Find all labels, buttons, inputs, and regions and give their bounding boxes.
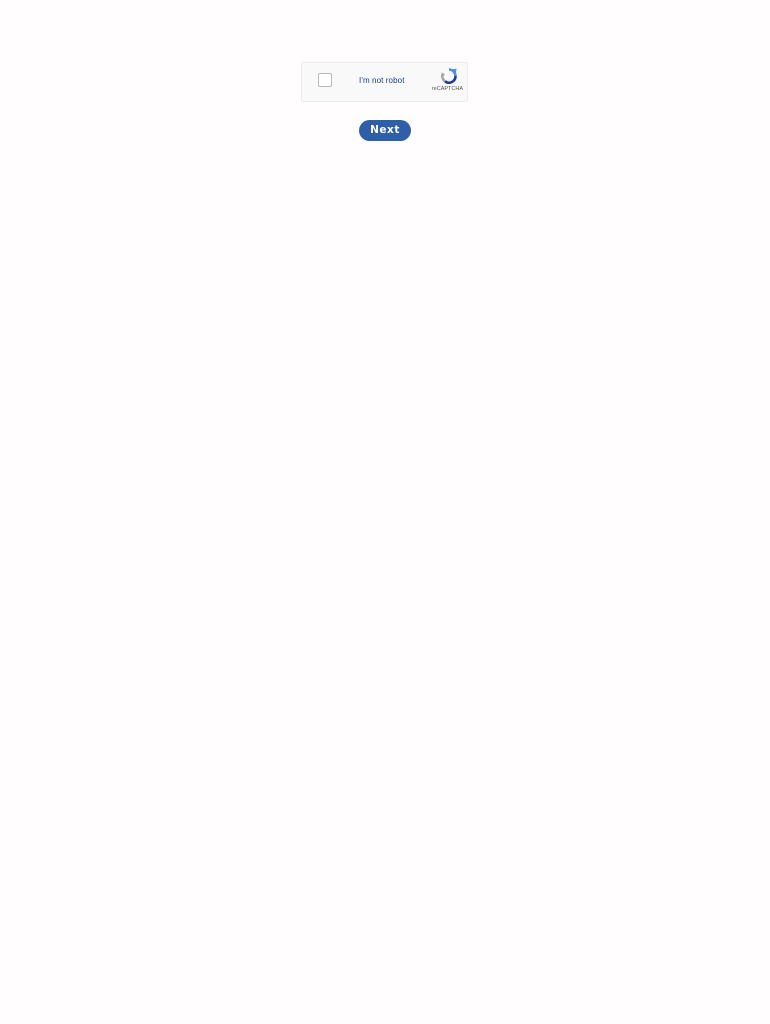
recaptcha-widget: I'm not robot reCAPTCHA [301,62,468,102]
recaptcha-label: I'm not robot [359,76,405,85]
recaptcha-logo-icon [441,68,457,84]
next-button[interactable]: Next [359,120,411,141]
recaptcha-checkbox[interactable] [318,73,332,87]
recaptcha-brand: reCAPTCHA [431,86,463,92]
page: I'm not robot reCAPTCHA Next [0,0,770,1024]
